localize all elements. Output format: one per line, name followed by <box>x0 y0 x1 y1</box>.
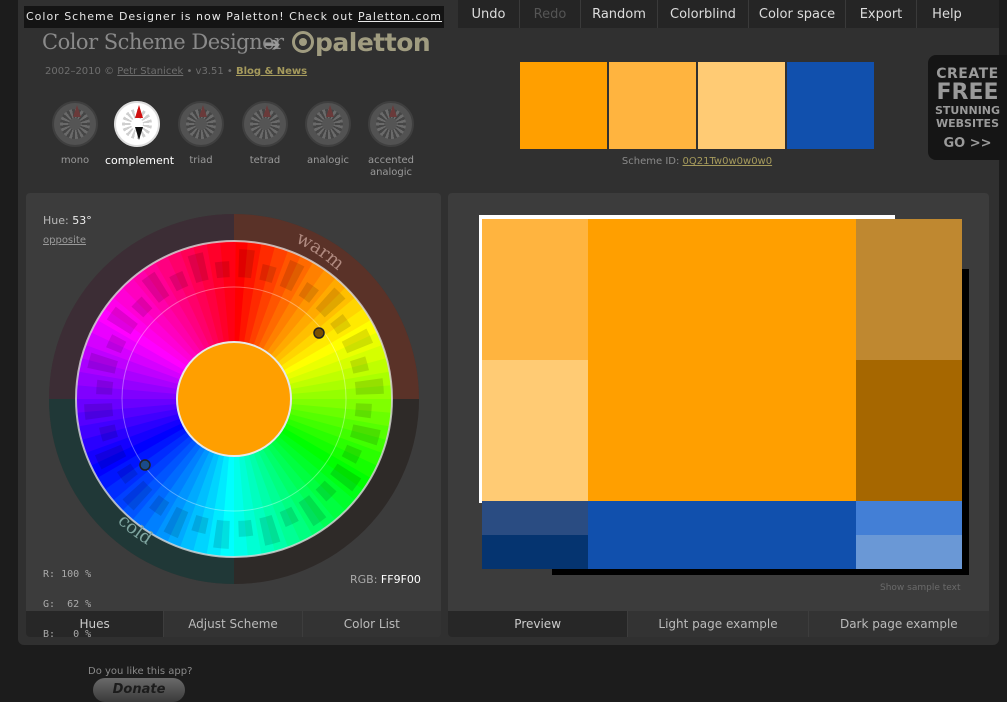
scheme-swatches <box>520 62 874 149</box>
tab-adjust-scheme[interactable]: Adjust Scheme <box>164 611 303 637</box>
color-wheel[interactable]: warm cold <box>47 212 421 586</box>
arrow-icon: ➔ <box>264 32 281 56</box>
credits: 2002–2010 © Petr Stanicek • v3.51 • Blog… <box>45 66 307 77</box>
tab-light-page-example[interactable]: Light page example <box>628 611 809 637</box>
preview-primary-dark[interactable] <box>856 219 962 360</box>
scheme-id-label: Scheme ID: <box>621 156 683 167</box>
random-button[interactable]: Random <box>581 0 658 28</box>
g-label: G: <box>43 599 56 610</box>
rgb-hex-readout: RGB: FF9F00 <box>350 573 421 586</box>
preview-complement-dark[interactable] <box>482 501 588 535</box>
hue-sector-tick <box>214 261 230 279</box>
scheme-mono-label: mono <box>60 155 90 166</box>
g-value: 62 % <box>67 599 92 610</box>
preview-complement-lighter[interactable] <box>856 535 962 569</box>
r-value: 100 % <box>61 569 92 580</box>
ad-line-websites: WEBSITES <box>936 117 999 130</box>
wheel-center-color <box>176 341 292 457</box>
ad-banner[interactable]: CREATE FREE STUNNING WEBSITES GO >> <box>928 55 1007 160</box>
preview-primary-darker[interactable] <box>856 360 962 501</box>
complement-scheme-icon <box>114 101 160 147</box>
credits-years: 2002–2010 © <box>45 66 118 77</box>
preview-primary[interactable] <box>588 219 856 501</box>
help-button[interactable]: Help <box>917 0 977 28</box>
right-tab-bar: Preview Light page example Dark page exa… <box>448 611 989 637</box>
donate-question: Do you like this app? <box>88 666 193 677</box>
swatch-complement[interactable] <box>787 62 874 149</box>
rgb-percentages: R: 100 % G: 62 % B: 0 % <box>43 550 91 650</box>
colorblind-button[interactable]: Colorblind <box>658 0 749 28</box>
hue-sector-tick <box>96 379 114 395</box>
paletton-logo-icon <box>292 31 314 53</box>
ad-go-link[interactable]: GO >> <box>928 136 1007 151</box>
ad-line-stunning: STUNNING <box>934 104 1001 117</box>
primary-hue-handle[interactable] <box>313 327 325 339</box>
paletton-banner: Color Scheme Designer is now Paletton! C… <box>24 6 444 28</box>
tab-dark-page-example[interactable]: Dark page example <box>808 611 989 637</box>
hex-label: RGB: <box>350 573 381 586</box>
show-sample-text-link[interactable]: Show sample text <box>880 583 961 593</box>
blog-link[interactable]: Blog & News <box>236 66 307 77</box>
redo-button[interactable]: Redo <box>520 0 581 28</box>
scheme-tetrad-button[interactable]: tetrad <box>233 101 297 167</box>
scheme-complement-label: complement <box>105 154 175 167</box>
paletton-link[interactable]: Paletton.com <box>358 10 442 23</box>
tab-color-list[interactable]: Color List <box>302 611 441 637</box>
scheme-accented-analogic-button[interactable]: accented analogic <box>359 101 423 179</box>
g-row: G: 62 % <box>43 600 91 610</box>
scheme-complement-button[interactable]: complement <box>105 101 175 167</box>
triad-scheme-icon <box>178 101 224 147</box>
preview-complement-darker[interactable] <box>482 535 588 569</box>
preview-complement-light[interactable] <box>856 501 962 535</box>
swatch-tertiary[interactable] <box>698 62 785 149</box>
menu-bar: Undo Redo Random Colorblind Color space … <box>458 0 999 28</box>
preview-primary-light[interactable] <box>482 219 588 360</box>
scheme-triad-button[interactable]: triad <box>169 101 233 167</box>
mono-scheme-icon <box>52 101 98 147</box>
scheme-id-link[interactable]: 0Q21Tw0w0w0w0 <box>683 156 773 167</box>
hex-value: FF9F00 <box>380 573 421 586</box>
author-link[interactable]: Petr Stanicek <box>117 66 183 77</box>
scheme-mono-button[interactable]: mono <box>43 101 107 167</box>
credits-version: • v3.51 • <box>183 66 236 77</box>
color-preview <box>479 215 969 575</box>
analogic-scheme-icon <box>305 101 351 147</box>
b-value: 0 % <box>73 629 92 640</box>
r-row: R: 100 % <box>43 570 91 580</box>
b-row: B: 0 % <box>43 630 91 640</box>
preview-complement[interactable] <box>588 501 856 569</box>
scheme-analogic-label: analogic <box>306 155 350 166</box>
app-title: Color Scheme Designer <box>42 30 284 54</box>
color-space-button[interactable]: Color space <box>749 0 846 28</box>
hue-sector-tick <box>238 519 254 537</box>
paletton-logo-text: paletton <box>315 28 431 57</box>
paletton-logo[interactable]: paletton <box>292 28 431 57</box>
scheme-tetrad-label: tetrad <box>249 155 281 166</box>
accented-analogic-scheme-icon <box>368 101 414 147</box>
ad-line-free: FREE <box>936 80 999 105</box>
donate-button[interactable]: Donate <box>93 678 185 702</box>
hue-sector-tick <box>354 403 372 419</box>
tetrad-scheme-icon <box>242 101 288 147</box>
b-label: B: <box>43 629 56 640</box>
tab-preview[interactable]: Preview <box>448 611 629 637</box>
r-label: R: <box>43 569 56 580</box>
undo-button[interactable]: Undo <box>458 0 520 28</box>
swatch-primary[interactable] <box>520 62 607 149</box>
banner-text: Color Scheme Designer is now Paletton! C… <box>25 10 358 23</box>
scheme-analogic-button[interactable]: analogic <box>296 101 360 167</box>
export-button[interactable]: Export <box>846 0 917 28</box>
swatch-secondary[interactable] <box>609 62 696 149</box>
preview-primary-lighter[interactable] <box>482 360 588 501</box>
complement-hue-handle[interactable] <box>139 459 151 471</box>
scheme-id: Scheme ID: 0Q21Tw0w0w0w0 <box>520 156 874 167</box>
scheme-accented-analogic-label: accented analogic <box>367 155 415 178</box>
scheme-triad-label: triad <box>189 155 213 166</box>
